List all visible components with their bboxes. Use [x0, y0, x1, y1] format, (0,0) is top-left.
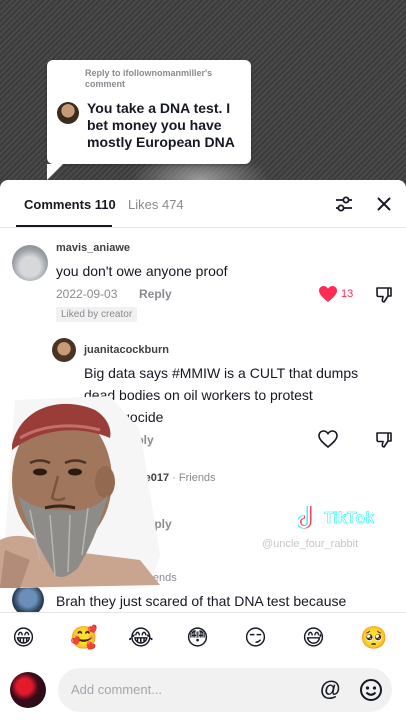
tab-comments[interactable]: Comments 110: [24, 197, 116, 212]
tiktok-logo-icon: TikTok: [296, 506, 374, 529]
close-icon[interactable]: [374, 194, 394, 214]
reply-button[interactable]: Reply: [139, 287, 172, 301]
comment-username[interactable]: juanitacockburn: [84, 344, 169, 356]
friends-label: · Friends: [169, 472, 216, 484]
tiktok-watermark: TikTok: [296, 502, 398, 537]
watermark-brand: TikTok: [324, 510, 374, 527]
emoji-button[interactable]: 😅: [302, 625, 325, 651]
comment-input-placeholder: Add comment...: [71, 682, 163, 697]
heart-icon: [319, 286, 337, 302]
mention-icon[interactable]: @: [320, 678, 340, 702]
comment-input[interactable]: Add comment... @: [58, 668, 392, 712]
filter-icon[interactable]: [334, 194, 354, 214]
emoji-button[interactable]: 😁: [12, 625, 35, 651]
reply-text: You take a DNA test. I bet money you hav…: [87, 100, 235, 150]
dislike-icon[interactable]: [375, 431, 393, 449]
emoji-button[interactable]: 😂: [128, 625, 154, 651]
avatar[interactable]: [52, 338, 76, 362]
comment-username[interactable]: mavis_aniawe: [56, 242, 130, 254]
video-background[interactable]: Reply to ifollownomanmiller's comment Yo…: [0, 0, 406, 190]
emoji-button[interactable]: 😏: [244, 625, 267, 651]
like-button[interactable]: 13: [318, 285, 353, 303]
comment-input-row: Add comment... @: [0, 666, 406, 720]
emoji-button[interactable]: 🥺: [360, 625, 387, 651]
emoji-quick-bar: 😁 🥰 😂 😳 😏 😅 🥺: [0, 612, 406, 666]
liked-by-creator-badge: Liked by creator: [56, 307, 138, 322]
comments-header: Comments 110 Likes 474: [0, 180, 406, 228]
watermark-handle: @uncle_four_rabbit: [262, 538, 359, 550]
emoji-picker-icon[interactable]: [359, 678, 383, 702]
avatar[interactable]: [12, 245, 48, 281]
reply-avatar: [57, 102, 79, 124]
tab-underline: [16, 225, 112, 227]
face-sticker: [0, 396, 160, 588]
reply-sticker: Reply to ifollownomanmiller's comment Yo…: [47, 60, 251, 180]
emoji-button[interactable]: 🥰: [70, 625, 97, 651]
tab-likes[interactable]: Likes 474: [128, 197, 184, 212]
heart-outline-icon[interactable]: [318, 430, 338, 448]
comment-date: 2022-09-03: [56, 287, 118, 301]
comments-sheet: Comments 110 Likes 474 mavis_aniawe you …: [0, 180, 406, 720]
dislike-icon[interactable]: [375, 286, 393, 304]
comment-text: you don't owe anyone proof: [56, 263, 228, 279]
emoji-button[interactable]: 😳: [186, 625, 209, 651]
like-count: 13: [341, 288, 354, 300]
user-avatar[interactable]: [10, 672, 46, 708]
comment-text: Brah they just scared of that DNA test b…: [56, 593, 347, 609]
